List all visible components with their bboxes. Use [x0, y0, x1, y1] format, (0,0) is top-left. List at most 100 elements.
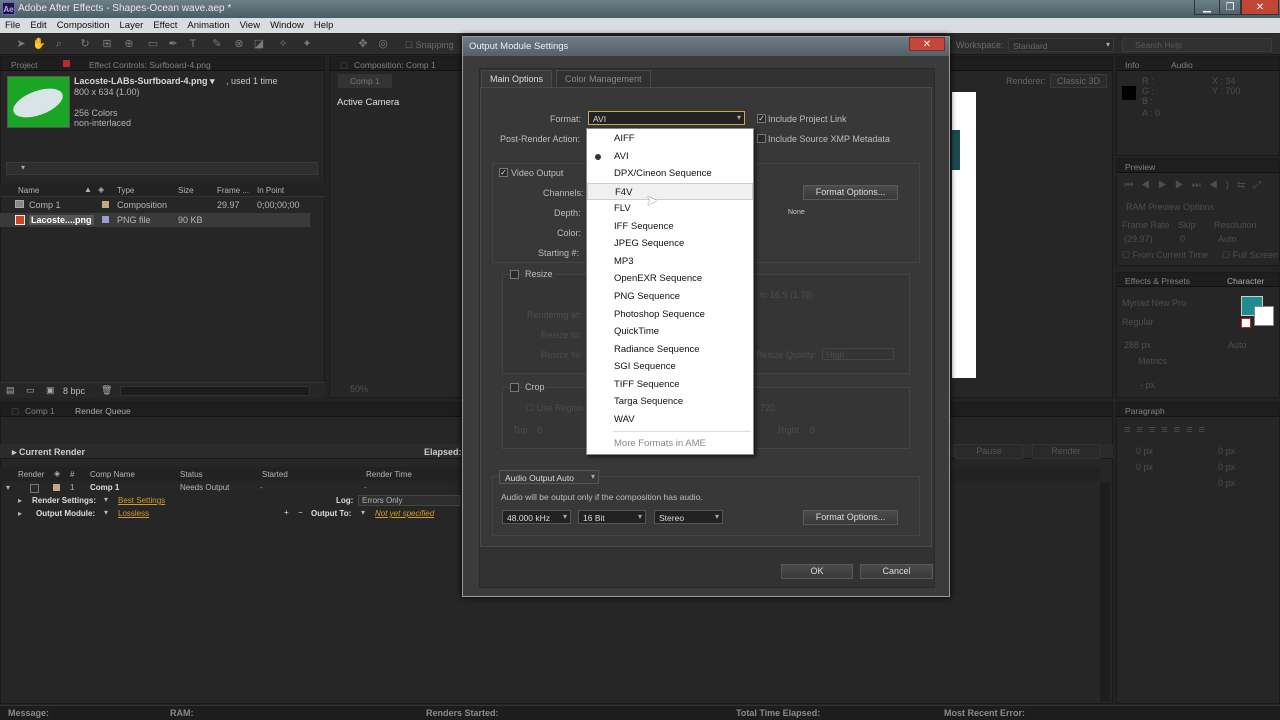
tab-main-options[interactable]: Main Options — [481, 70, 553, 88]
menu-file[interactable]: File — [0, 18, 25, 31]
render-button[interactable]: Render — [1032, 444, 1100, 459]
leading-value[interactable]: Auto — [1228, 340, 1247, 350]
col-started[interactable]: Started — [262, 470, 288, 479]
col-name[interactable]: Name — [18, 186, 39, 195]
menu-help[interactable]: Help — [309, 18, 339, 31]
col-render-time[interactable]: Render Time — [366, 470, 412, 479]
render-queue-scrollbar[interactable] — [1100, 482, 1110, 702]
menu-view[interactable]: View — [235, 18, 265, 31]
zoom-tool-icon[interactable]: ⌕ — [52, 37, 66, 51]
format-option-sgi[interactable]: SGI Sequence — [587, 358, 753, 375]
format-option-targa[interactable]: Targa Sequence — [587, 393, 753, 410]
expand-arrow-icon[interactable]: ▾ — [6, 483, 10, 492]
pan-behind-tool-icon[interactable]: ⊕ — [122, 37, 136, 51]
expand-arrow-icon[interactable]: ▸ — [18, 496, 22, 505]
render-checkbox[interactable] — [30, 484, 39, 493]
output-module-link[interactable]: Lossless — [118, 509, 149, 518]
project-row-comp[interactable]: Comp 1 Composition 29.97 0;00;00;00 — [0, 198, 325, 212]
format-option-iff[interactable]: IFF Sequence — [587, 218, 753, 235]
col-frame-rate[interactable]: Frame ... — [217, 186, 249, 195]
use-region-checkbox[interactable]: ☐ Use Region — [526, 403, 584, 414]
format-option-radiance[interactable]: Radiance Sequence — [587, 341, 753, 358]
lock-icon[interactable]: ▢ — [340, 60, 348, 71]
menu-composition[interactable]: Composition — [52, 18, 115, 31]
indent-first[interactable]: 0 px — [1136, 462, 1153, 472]
tab-info[interactable]: Info — [1125, 60, 1139, 70]
ok-button[interactable]: OK — [781, 564, 853, 579]
new-comp-icon[interactable]: ▣ — [46, 385, 55, 396]
format-select[interactable]: AVI — [588, 111, 745, 125]
col-type[interactable]: Type — [117, 186, 134, 195]
tab-preview[interactable]: Preview — [1125, 162, 1155, 172]
search-help-input[interactable]: Search Help — [1122, 38, 1272, 52]
bit-depth-select[interactable]: 16 Bit — [578, 510, 646, 524]
col-comp-name[interactable]: Comp Name — [90, 470, 135, 479]
from-current-time-checkbox[interactable]: ☐ From Current Time — [1122, 250, 1208, 261]
no-color-icon[interactable] — [1241, 318, 1251, 328]
puppet-tool-icon[interactable]: ✦ — [300, 37, 314, 51]
include-project-link-checkbox[interactable]: ✓ — [757, 114, 766, 123]
renderer-select[interactable]: Classic 3D — [1050, 74, 1108, 88]
crop-checkbox[interactable] — [510, 383, 519, 392]
tab-character[interactable]: Character — [1227, 276, 1264, 286]
type-tool-icon[interactable]: T — [186, 37, 200, 51]
clone-tool-icon[interactable]: ⊗ — [232, 37, 246, 51]
resolution-select[interactable]: Auto — [1218, 234, 1237, 244]
more-formats-option[interactable]: More Formats in AME — [587, 435, 753, 452]
bit-depth-label[interactable]: 8 bpc — [63, 386, 85, 396]
render-queue-row[interactable]: ▾ 1 Comp 1 Needs Output - - — [0, 482, 470, 495]
snapping-checkbox[interactable]: ☐ Snapping — [405, 40, 454, 51]
dropdown-arrow-icon[interactable]: ▾ — [361, 508, 365, 517]
skip-select[interactable]: 0 — [1180, 234, 1185, 244]
sample-rate-select[interactable]: 48.000 kHz — [502, 510, 571, 524]
pause-button[interactable]: Pause — [955, 444, 1023, 459]
format-option-wav[interactable]: WAV — [587, 411, 753, 428]
space-after[interactable]: 0 px — [1218, 478, 1235, 488]
menu-edit[interactable]: Edit — [25, 18, 51, 31]
rectangle-tool-icon[interactable]: ▭ — [146, 37, 160, 51]
render-settings-link[interactable]: Best Settings — [118, 496, 165, 505]
col-in-point[interactable]: In Point — [257, 186, 284, 195]
sort-arrow-icon[interactable]: ▲ — [84, 185, 92, 194]
roto-tool-icon[interactable]: ✧ — [276, 37, 290, 51]
col-number[interactable]: # — [70, 470, 74, 479]
tab-paragraph[interactable]: Paragraph — [1125, 406, 1165, 416]
workspace-select[interactable]: Standard — [1008, 38, 1114, 52]
format-option-tiff[interactable]: TIFF Sequence — [587, 376, 753, 393]
dialog-close-button[interactable]: ✕ — [909, 37, 945, 51]
label-tag-icon[interactable]: ◈ — [98, 185, 104, 194]
paragraph-align-icons[interactable]: ≡≡≡≡≡≡≡ — [1124, 424, 1211, 436]
video-output-checkbox[interactable]: ✓ — [499, 168, 508, 177]
expand-arrow-icon[interactable]: ▸ — [18, 509, 22, 518]
col-status[interactable]: Status — [180, 470, 203, 479]
font-size-value[interactable]: 288 px — [1124, 340, 1151, 350]
close-tab-icon[interactable]: ▢ — [11, 406, 19, 417]
audio-format-options-button[interactable]: Format Options... — [803, 510, 898, 525]
tab-composition[interactable]: Composition: Comp 1 — [354, 60, 436, 70]
format-option-png[interactable]: PNG Sequence — [587, 288, 753, 305]
format-option-flv[interactable]: FLV — [587, 200, 753, 217]
audio-channels-select[interactable]: Stereo — [654, 510, 723, 524]
video-format-options-button[interactable]: Format Options... — [803, 185, 898, 200]
font-style-select[interactable]: Regular — [1122, 317, 1154, 327]
format-option-photoshop[interactable]: Photoshop Sequence — [587, 306, 753, 323]
comp-subtab[interactable]: Comp 1 — [338, 74, 392, 88]
maximize-button[interactable]: ❐ — [1219, 0, 1241, 15]
close-window-button[interactable]: ✕ — [1241, 0, 1279, 15]
format-option-avi[interactable]: AVI — [587, 148, 753, 165]
horizontal-scrollbar[interactable] — [120, 386, 310, 396]
log-select[interactable]: Errors Only — [358, 495, 460, 506]
tab-effects-presets[interactable]: Effects & Presets — [1125, 276, 1190, 286]
ram-preview-options[interactable]: RAM Preview Options — [1126, 202, 1214, 212]
format-option-dpx[interactable]: DPX/Cineon Sequence — [587, 165, 753, 182]
axis-world-icon[interactable]: ◎ — [376, 37, 390, 51]
project-search-input[interactable]: ▾ — [6, 162, 318, 175]
format-option-openexr[interactable]: OpenEXR Sequence — [587, 270, 753, 287]
kerning-value[interactable]: Metrics — [1138, 356, 1167, 366]
asset-name[interactable]: Lacoste-LABs-Surfboard-4.png ▾ — [74, 76, 215, 87]
tab-project[interactable]: Project — [11, 60, 37, 70]
format-option-jpeg[interactable]: JPEG Sequence — [587, 235, 753, 252]
resize-quality-select[interactable]: High — [822, 348, 894, 360]
rotate-tool-icon[interactable]: ↻ — [78, 37, 92, 51]
folder-icon[interactable]: ▭ — [26, 385, 35, 396]
